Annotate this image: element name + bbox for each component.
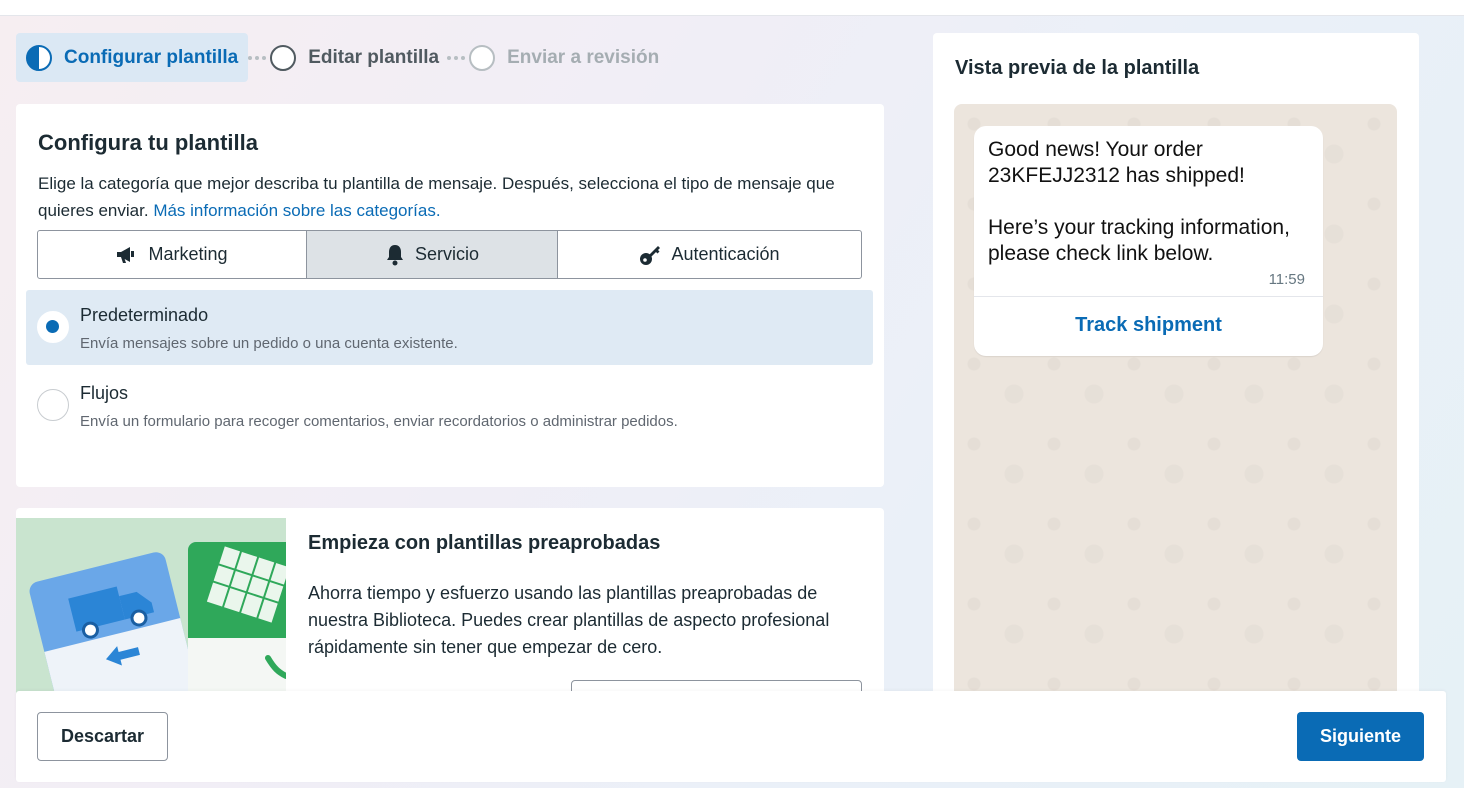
preapproved-text: Empieza con plantillas preaprobadas Ahor… [308,532,868,661]
preapproved-card: Empieza con plantillas preaprobadas Ahor… [16,508,884,708]
track-shipment-button[interactable]: Track shipment [974,314,1323,337]
setup-title: Configura tu plantilla [38,130,258,155]
step-connector [248,55,267,60]
step-configure[interactable]: Configurar plantilla [16,33,249,82]
megaphone-icon [116,245,138,265]
circle-icon [270,44,297,71]
type-option-title: Predeterminado [80,305,209,325]
template-preview-panel: Vista previa de la plantilla Good news! … [933,33,1419,724]
top-bar [0,0,1464,16]
type-option-title: Flujos [80,383,129,403]
step-label: Configurar plantilla [64,46,239,68]
next-button[interactable]: Siguiente [1297,712,1424,761]
type-option-subtitle: Envía mensajes sobre un pedido o una cue… [80,335,458,352]
key-icon [639,244,661,266]
category-selector: Marketing Servicio Autenticación [37,230,862,279]
category-authentication[interactable]: Autenticación [558,231,861,278]
type-option-default[interactable]: Predeterminado Envía mensajes sobre un p… [26,290,873,365]
templates-illustration [16,518,286,708]
preapproved-title: Empieza con plantillas preaprobadas [308,532,661,554]
footer-bar: Descartar Siguiente [16,691,1446,782]
setup-description: Elige la categoría que mejor describa tu… [38,174,835,220]
discard-button[interactable]: Descartar [37,712,168,761]
category-service[interactable]: Servicio [307,231,558,278]
type-option-flows[interactable]: Flujos Envía un formulario para recoger … [26,368,873,443]
half-circle-icon [26,44,52,71]
step-label: Enviar a revisión [507,46,660,68]
type-option-subtitle: Envía un formulario para recoger comenta… [80,413,678,430]
step-label: Editar plantilla [308,46,440,68]
preapproved-body: Ahorra tiempo y esfuerzo usando las plan… [308,583,830,657]
step-submit: Enviar a revisión [469,33,659,82]
message-text: Good news! Your order 23KFEJJ2312 has sh… [988,138,1290,265]
chat-background: Good news! Your order 23KFEJJ2312 has sh… [954,104,1397,724]
radio-button-selected[interactable] [37,311,69,343]
message-time: 11:59 [1268,271,1305,288]
message-bubble: Good news! Your order 23KFEJJ2312 has sh… [974,126,1323,356]
stepper: Configurar plantilla Editar plantilla En… [16,33,659,82]
step-connector [447,55,466,60]
divider [974,296,1323,297]
circle-icon [469,44,496,71]
category-marketing[interactable]: Marketing [38,231,307,278]
bell-icon [385,244,405,266]
setup-card: Configura tu plantilla Elige la categorí… [16,104,884,487]
preview-title: Vista previa de la plantilla [955,57,1200,79]
step-edit[interactable]: Editar plantilla [270,33,439,82]
radio-button[interactable] [37,389,69,421]
learn-more-link[interactable]: Más información sobre las categorías. [153,201,440,220]
